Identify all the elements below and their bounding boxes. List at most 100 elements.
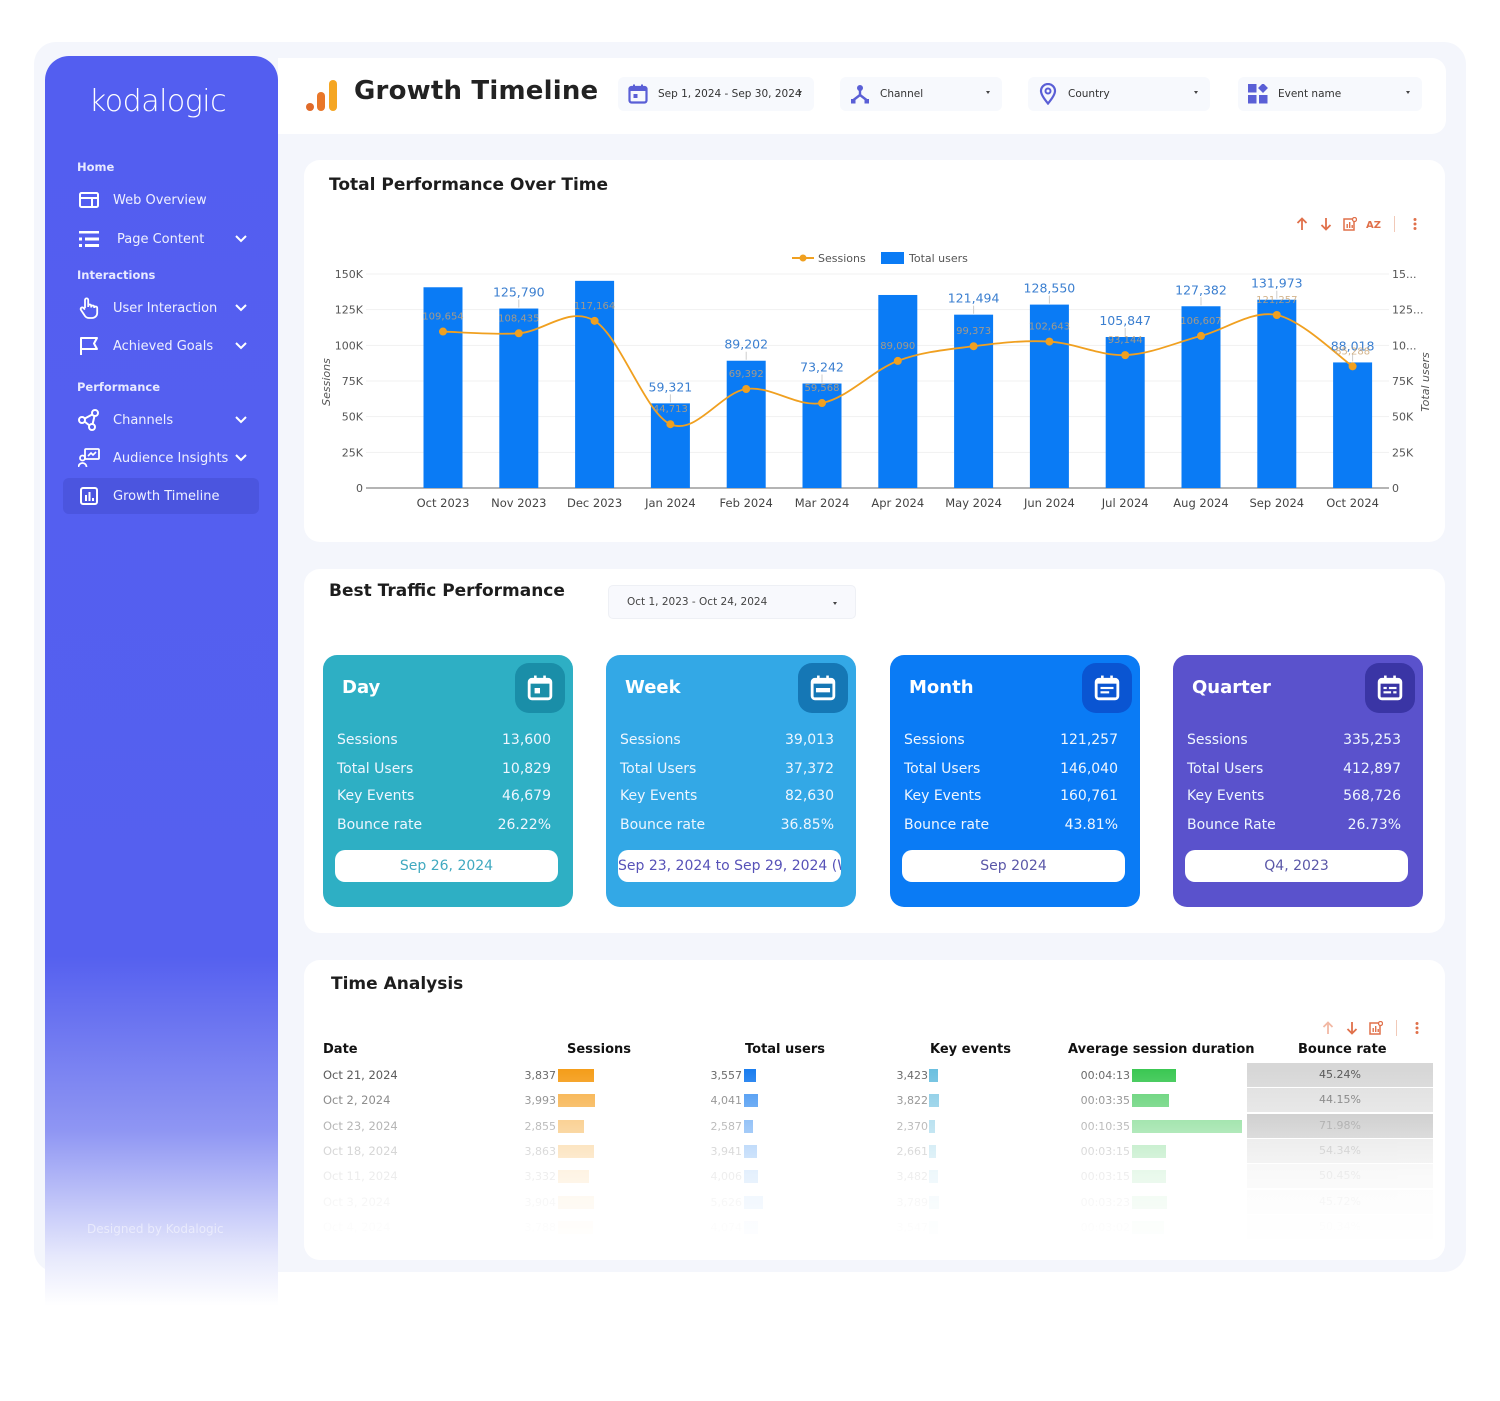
sort-ascending-icon[interactable]	[1320, 1020, 1336, 1036]
sort-az-icon[interactable]: AZ	[1366, 216, 1382, 232]
x-tick-label: Mar 2024	[795, 496, 850, 510]
kpi-period-pill[interactable]: Sep 2024	[902, 850, 1125, 882]
more-vert-icon[interactable]	[1407, 216, 1423, 232]
chart-settings-icon[interactable]	[1368, 1020, 1384, 1036]
bar-total-users	[575, 280, 615, 488]
kpi-period-pill[interactable]: Sep 23, 2024 to Sep 29, 2024 (W...	[618, 850, 841, 882]
caret-down-icon	[798, 91, 802, 94]
table-row[interactable]: Oct 2, 2024 3,993 4,041 3,822 00:03:35 4…	[304, 1088, 1434, 1113]
kpi-card-title: Day	[342, 677, 381, 698]
key-events-bar	[929, 1094, 939, 1108]
sidebar-item-growth-timeline[interactable]: Growth Timeline	[63, 478, 259, 514]
column-header-avg-session-duration[interactable]: Average session duration	[1068, 1042, 1255, 1057]
column-header-key-events[interactable]: Key events	[930, 1042, 1011, 1057]
chevron-down-icon[interactable]	[233, 230, 249, 246]
column-header-bounce-rate[interactable]: Bounce rate	[1298, 1042, 1387, 1057]
kpi-metric-label: Key Events	[337, 788, 415, 804]
sidebar-item-audience-insights[interactable]: Audience Insights	[63, 440, 259, 476]
cell-date: Oct 2, 2024	[323, 1093, 391, 1108]
sidebar-item-web-overview[interactable]: Web Overview	[63, 182, 259, 218]
sidebar-item-achieved-goals[interactable]: Achieved Goals	[63, 328, 259, 364]
chevron-down-icon[interactable]	[233, 449, 249, 465]
table-row[interactable]: Oct 21, 2024 3,837 3,557 3,423 00:04:13 …	[304, 1063, 1434, 1088]
brand-logo[interactable]: kodalogic	[89, 84, 227, 119]
table-row[interactable]: Oct 4, 2024 3,788 4,074 3,547 00:03:02 5…	[304, 1214, 1434, 1240]
line-data-label: 109,654	[422, 312, 463, 323]
table-row[interactable]: Oct 11, 2024 3,332 4,006 3,482 00:03:15 …	[304, 1164, 1434, 1189]
kpi-row: Total Users 146,040	[904, 761, 1118, 777]
cell-bounce-rate: 50.45%	[1247, 1164, 1433, 1189]
sessions-bar	[558, 1069, 594, 1082]
toolbar-divider	[1396, 1020, 1397, 1036]
section-label-interactions: Interactions	[77, 268, 156, 282]
y-tick-label: 150K	[335, 268, 364, 281]
duration-bar	[1132, 1220, 1164, 1234]
kpi-period-pill[interactable]: Sep 26, 2024	[335, 850, 558, 882]
column-header-total-users[interactable]: Total users	[745, 1042, 825, 1057]
column-header-date[interactable]: Date	[323, 1042, 358, 1057]
kpi-card-day: Day Sessions 13,600 Total Users 10,829 K…	[323, 655, 573, 907]
channel-filter[interactable]: Channel	[840, 77, 1002, 111]
sessions-point	[1197, 331, 1205, 340]
layout-icon	[77, 188, 101, 212]
country-filter[interactable]: Country	[1028, 77, 1210, 111]
sessions-point	[742, 385, 751, 394]
duration-bar	[1132, 1119, 1242, 1133]
kpi-metric-value: 26.73%	[1347, 817, 1401, 833]
share-nodes-icon	[77, 408, 101, 432]
sidebar-item-label: Channels	[113, 412, 174, 428]
section-label-performance: Performance	[77, 380, 161, 394]
best-traffic-date-range[interactable]: Oct 1, 2023 - Oct 24, 2024	[608, 585, 856, 619]
sidebar-item-label: Growth Timeline	[113, 488, 220, 504]
users-bar	[744, 1094, 758, 1108]
chevron-down-icon[interactable]	[233, 337, 249, 353]
chart-settings-icon[interactable]	[1342, 216, 1358, 232]
bar-data-label: 59,321	[649, 379, 693, 394]
cell-total-users: 3,557	[710, 1069, 743, 1082]
sort-descending-icon[interactable]	[1344, 1020, 1360, 1036]
chevron-down-icon[interactable]	[233, 411, 249, 427]
bar-total-users	[954, 314, 994, 488]
column-header-sessions[interactable]: Sessions	[567, 1042, 631, 1057]
x-tick-label: Apr 2024	[871, 496, 924, 510]
date-range-filter[interactable]: Sep 1, 2024 - Sep 30, 2024	[618, 77, 814, 111]
location-pin-icon	[1036, 82, 1060, 106]
country-filter-label: Country	[1068, 88, 1110, 100]
kpi-metric-label: Bounce rate	[904, 817, 990, 833]
kpi-row: Key Events 568,726	[1187, 788, 1401, 804]
more-vert-icon[interactable]	[1409, 1020, 1425, 1036]
sort-descending-icon[interactable]	[1318, 216, 1334, 232]
y2-tick-label: 15...	[1392, 268, 1417, 281]
cell-key-events: 3,423	[896, 1069, 929, 1082]
chevron-down-icon[interactable]	[233, 299, 249, 315]
x-tick-label: Nov 2023	[491, 496, 546, 510]
duration-bar	[1132, 1195, 1168, 1209]
bar-data-label: 73,242	[800, 360, 844, 375]
cell-date: Oct 21, 2024	[323, 1068, 398, 1082]
channel-filter-label: Channel	[880, 88, 924, 100]
sessions-bar	[558, 1094, 595, 1108]
kpi-metric-label: Sessions	[904, 732, 965, 748]
kpi-metric-value: 160,761	[1060, 788, 1118, 804]
bar-data-label: 105,847	[1099, 313, 1151, 328]
calendar-icon	[626, 82, 650, 106]
performance-chart-panel: Total Performance Over Time 0 0 25K 25K 50K 5…	[304, 160, 1445, 542]
table-row[interactable]: Oct 23, 2024 2,855 2,587 2,370 00:10:35 …	[304, 1113, 1434, 1139]
y-tick-label: 125K	[335, 304, 364, 317]
table-row[interactable]: Oct 3, 2024 3,904 5,626 3,789 00:03:23 4…	[304, 1189, 1434, 1215]
kpi-metric-value: 121,257	[1060, 732, 1118, 748]
caret-down-icon	[1406, 91, 1410, 94]
sessions-point	[439, 327, 447, 336]
sort-ascending-icon[interactable]	[1294, 216, 1310, 232]
kpi-row: Sessions 335,253	[1187, 732, 1401, 748]
section-label-home: Home	[77, 160, 115, 174]
cell-date: Oct 11, 2024	[323, 1169, 398, 1184]
bar-data-label: 131,973	[1251, 276, 1303, 291]
kpi-card-title: Week	[625, 677, 681, 698]
sidebar-item-channels[interactable]: Channels	[63, 402, 259, 438]
kpi-period-pill[interactable]: Q4, 2023	[1185, 850, 1408, 882]
sidebar-item-user-interaction[interactable]: User Interaction	[63, 290, 259, 326]
event-name-filter[interactable]: Event name	[1238, 77, 1422, 111]
table-row[interactable]: Oct 18, 2024 3,863 3,941 2,661 00:03:15 …	[304, 1138, 1434, 1164]
sidebar-item-page-content[interactable]: Page Content	[63, 221, 259, 257]
